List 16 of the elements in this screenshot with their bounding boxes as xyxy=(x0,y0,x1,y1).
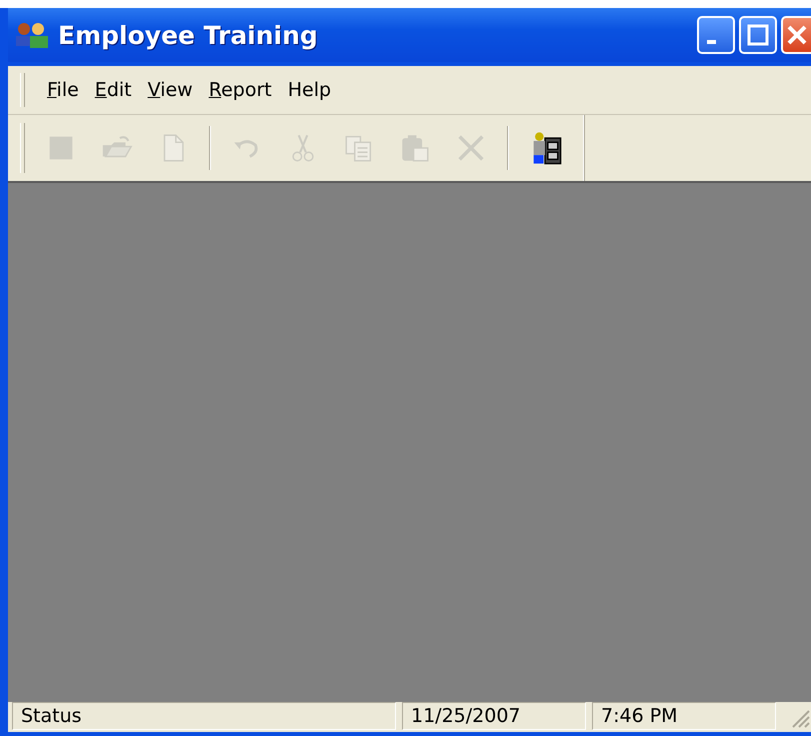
maximize-icon xyxy=(747,24,769,46)
menu-item[interactable]: Report xyxy=(202,77,278,103)
menu-item[interactable]: File xyxy=(41,77,85,103)
menu-item[interactable]: View xyxy=(142,77,199,103)
menu-item[interactable]: Edit xyxy=(88,77,138,103)
minimize-button[interactable] xyxy=(697,16,735,54)
status-pane: Status xyxy=(12,702,396,730)
window-title: Employee Training xyxy=(58,20,318,50)
menu-item[interactable]: Help xyxy=(282,77,338,103)
app-icon xyxy=(14,20,50,50)
maximize-button[interactable] xyxy=(739,16,777,54)
status-pane: 11/25/2007 xyxy=(402,702,586,730)
close-icon xyxy=(786,24,808,46)
close-button[interactable] xyxy=(781,16,811,54)
minimize-icon xyxy=(706,40,716,44)
status-pane: 7:46 PM xyxy=(592,702,776,730)
